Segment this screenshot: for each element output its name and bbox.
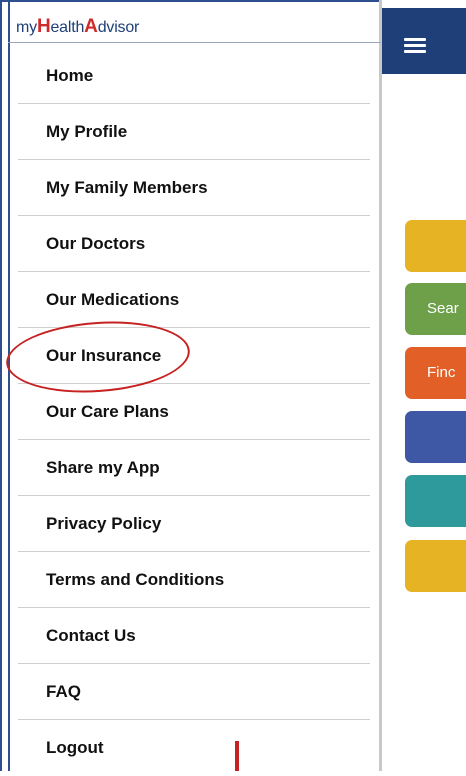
- menu-item-faq[interactable]: FAQ: [18, 664, 370, 720]
- home-tile-1[interactable]: [405, 220, 466, 272]
- menu-item-logout[interactable]: Logout: [18, 720, 370, 776]
- menu-item-our-doctors[interactable]: Our Doctors: [18, 216, 370, 272]
- home-tile-4[interactable]: [405, 411, 466, 463]
- menu-item-my-profile[interactable]: My Profile: [18, 104, 370, 160]
- menu-item-our-care-plans[interactable]: Our Care Plans: [18, 384, 370, 440]
- home-tile-5[interactable]: [405, 475, 466, 527]
- logo-part: dvisor: [97, 19, 140, 36]
- app-logo: myHealthAdvisor: [16, 14, 139, 40]
- menu-item-share-my-app[interactable]: Share my App: [18, 440, 370, 496]
- drawer-menu: Home My Profile My Family Members Our Do…: [18, 48, 370, 776]
- drawer-edge: [8, 0, 10, 771]
- logo-part: my: [16, 19, 37, 36]
- logo-divider: [8, 42, 381, 43]
- logo-part: ealth: [50, 19, 85, 36]
- home-tile-find[interactable]: Finc: [405, 347, 466, 399]
- menu-item-our-medications[interactable]: Our Medications: [18, 272, 370, 328]
- drawer-shadow: [379, 0, 382, 771]
- hamburger-icon[interactable]: [404, 38, 426, 54]
- hamburger-bar: [404, 44, 426, 47]
- logo-part: A: [84, 16, 98, 37]
- menu-item-terms-and-conditions[interactable]: Terms and Conditions: [18, 552, 370, 608]
- menu-item-home[interactable]: Home: [18, 48, 370, 104]
- home-tile-6[interactable]: [405, 540, 466, 592]
- hamburger-bar: [404, 50, 426, 53]
- red-mark-annotation: [235, 741, 239, 771]
- menu-item-my-family-members[interactable]: My Family Members: [18, 160, 370, 216]
- menu-item-privacy-policy[interactable]: Privacy Policy: [18, 496, 370, 552]
- home-tile-search[interactable]: Sear: [405, 283, 466, 335]
- hamburger-bar: [404, 38, 426, 41]
- menu-item-contact-us[interactable]: Contact Us: [18, 608, 370, 664]
- logo-part: H: [36, 16, 51, 37]
